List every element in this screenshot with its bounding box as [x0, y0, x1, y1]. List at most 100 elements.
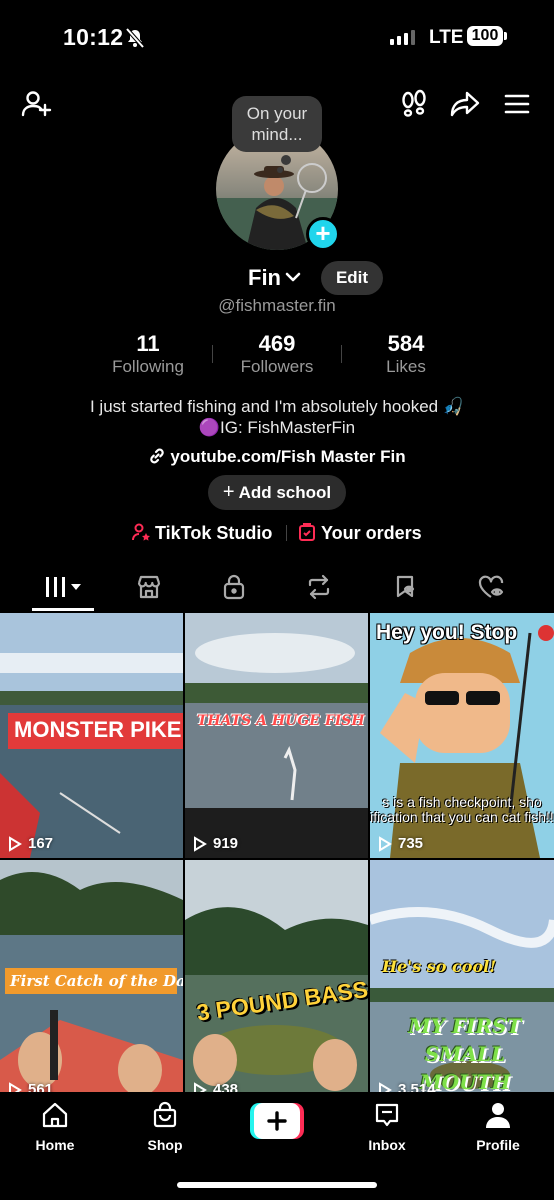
nav-profile[interactable]: Profile — [443, 1100, 553, 1153]
shopping-bag-icon — [153, 1101, 177, 1128]
view-count: 438 — [193, 1081, 238, 1092]
network-label: LTE — [429, 27, 464, 48]
nav-inbox-label: Inbox — [368, 1137, 406, 1153]
play-icon — [194, 1081, 207, 1092]
repost-icon — [308, 574, 330, 600]
nav-shop-label: Shop — [147, 1137, 183, 1153]
plus-icon: + — [222, 481, 235, 503]
menu-icon[interactable] — [499, 86, 535, 122]
share-icon[interactable] — [447, 86, 483, 122]
followers-label[interactable]: Followers — [222, 357, 332, 377]
view-count-value: 3,514 — [398, 1081, 436, 1092]
bubble-text-2: mind... — [251, 125, 303, 144]
tab-reposts[interactable] — [288, 567, 350, 607]
bio-line-1: I just started fishing and I'm absolutel… — [89, 397, 465, 416]
view-count-value: 438 — [213, 1081, 239, 1092]
battery-tip — [504, 32, 507, 40]
tab-active-indicator — [32, 608, 94, 611]
view-count: 561 — [8, 1081, 53, 1092]
heart-hidden-icon — [478, 575, 504, 598]
your-orders-label: Your orders — [321, 523, 422, 543]
video-thumbnail — [185, 613, 368, 858]
edit-profile-button[interactable]: Edit — [321, 261, 383, 295]
video-overlay-text-2: MY FIRST SMALL MOUTH — [408, 1014, 522, 1092]
orders-icon — [299, 523, 315, 541]
tab-videos[interactable] — [32, 567, 94, 607]
video-overlay-text: THATS A HUGE FISH — [197, 713, 365, 729]
tab-saved[interactable] — [374, 567, 436, 607]
bio-line-2: 🟣IG: FishMasterFin — [198, 418, 356, 437]
view-count-value: 735 — [398, 835, 424, 852]
following-label[interactable]: Following — [93, 357, 203, 377]
view-count-value: 167 — [28, 835, 54, 852]
video-overlay-text: MONSTER PIKE — [14, 717, 182, 742]
video-tile[interactable]: MONSTER PIKE 167 — [0, 613, 183, 858]
video-tile[interactable]: First Catch of the Day 561 — [0, 860, 183, 1092]
add-story-button[interactable]: + — [306, 217, 340, 251]
add-friend-icon[interactable] — [18, 86, 54, 122]
bookmark-hidden-icon — [396, 575, 415, 598]
video-overlay-text: First Catch of the Day — [10, 972, 183, 990]
nav-home-label: Home — [35, 1137, 75, 1153]
mind-bubble[interactable]: On your mind... — [232, 96, 322, 152]
view-count: 167 — [8, 835, 53, 852]
nav-home[interactable]: Home — [0, 1100, 110, 1153]
video-overlay-text: He's so cool! — [382, 957, 497, 976]
home-icon — [42, 1102, 68, 1128]
chevron-down-icon[interactable] — [284, 268, 302, 286]
link-icon — [150, 448, 165, 464]
bubble-text-1: On your — [246, 104, 308, 123]
add-school-button[interactable]: + Add school — [208, 475, 346, 510]
play-icon — [379, 835, 392, 852]
studio-icon — [132, 523, 150, 541]
tiktok-studio-label: TikTok Studio — [155, 523, 273, 543]
create-button[interactable] — [250, 1103, 304, 1139]
profile-handle: @fishmaster.fin — [218, 296, 336, 315]
grid-icon — [46, 577, 81, 597]
view-count-value: 561 — [28, 1081, 54, 1092]
followers-count[interactable]: 469 — [222, 331, 332, 357]
view-count-value: 919 — [213, 835, 239, 852]
view-count: 919 — [193, 835, 238, 852]
your-orders-link[interactable]: Your orders — [298, 522, 422, 544]
footprints-icon[interactable] — [396, 86, 432, 122]
tool-divider — [286, 525, 287, 541]
stat-divider — [212, 345, 213, 363]
video-tile[interactable]: He's so cool! MY FIRST SMALL MOUTH 3,514 — [370, 860, 554, 1092]
likes-count[interactable]: 584 — [351, 331, 461, 357]
signal-icon — [390, 30, 415, 45]
play-icon — [194, 835, 207, 852]
add-school-label: Add school — [238, 483, 332, 502]
status-time: 10:12 — [63, 24, 124, 50]
inbox-icon — [375, 1103, 399, 1127]
following-count[interactable]: 11 — [93, 331, 203, 357]
video-thumbnail — [185, 860, 368, 1092]
profile-link[interactable]: youtube.com/Fish Master Fin — [0, 447, 554, 467]
tab-private[interactable] — [203, 567, 265, 607]
nav-shop[interactable]: Shop — [110, 1100, 220, 1153]
profile-name[interactable]: Fin — [248, 265, 281, 291]
likes-label[interactable]: Likes — [351, 357, 461, 377]
stat-divider — [341, 345, 342, 363]
lock-icon — [223, 574, 245, 600]
nav-inbox[interactable]: Inbox — [332, 1100, 442, 1153]
video-tile[interactable]: THATS A HUGE FISH 919 — [185, 613, 368, 858]
storefront-icon — [137, 575, 161, 599]
video-overlay-text: Hey you! Stop — [376, 621, 518, 644]
bubble-tail — [281, 155, 291, 165]
video-tile[interactable]: 3 POUND BASS 438 — [185, 860, 368, 1092]
tab-shop[interactable] — [118, 567, 180, 607]
bell-muted-icon — [125, 27, 145, 49]
home-indicator — [177, 1182, 377, 1188]
video-caption: s is a fish checkpoint, sho ification th… — [370, 794, 554, 825]
tiktok-studio-link[interactable]: TikTok Studio — [131, 522, 272, 544]
profile-icon — [486, 1103, 510, 1128]
tab-liked[interactable] — [460, 567, 522, 607]
view-count: 3,514 — [378, 1081, 436, 1092]
link-text[interactable]: youtube.com/Fish Master Fin — [170, 447, 405, 466]
battery-icon: 100 — [467, 26, 503, 46]
play-icon — [9, 835, 22, 852]
view-count: 735 — [378, 835, 423, 852]
video-tile[interactable]: Hey you! Stop s is a fish checkpoint, sh… — [370, 613, 554, 858]
bubble-tail-small — [277, 167, 283, 173]
